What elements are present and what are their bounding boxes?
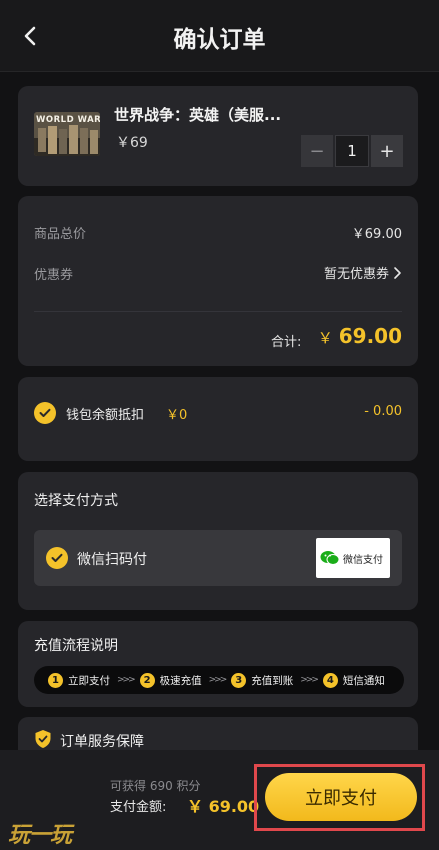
flow-step-number: 4 (322, 672, 338, 688)
flow-section-title: 充值流程说明 (34, 638, 118, 654)
flow-step-number: 1 (48, 672, 63, 688)
flow-step: 3 充值到账 (231, 672, 294, 688)
wechat-pay-text: 微信支付 (343, 554, 383, 566)
flow-step: 2 极速充值 (139, 672, 202, 688)
shield-check-icon (35, 730, 51, 748)
wallet-label: 钱包余额抵扣 (66, 408, 145, 423)
wechat-icon (320, 551, 340, 565)
flow-step-label: 短信通知 (342, 674, 385, 687)
price-summary-card: 商品总价 ￥69.00 优惠券 暂无优惠券 合计: ￥ 69.00 (18, 196, 418, 366)
coupon-selector[interactable]: 暂无优惠券 (324, 263, 402, 282)
check-icon (39, 408, 51, 417)
flow-arrow-icon: >>> (300, 675, 319, 685)
total-value: ￥ 69.00 (318, 324, 402, 348)
payment-checkbox[interactable] (46, 547, 68, 569)
product-card: WORLD WAR 世界战争：英雄（美服... ￥69 − 1 + (18, 86, 418, 186)
pay-amount-label: 支付金额: (110, 800, 167, 815)
coupon-value: 暂无优惠券 (323, 267, 389, 282)
check-icon (51, 553, 63, 562)
service-guarantee-title: 订单服务保障 (60, 734, 144, 750)
coupon-label: 优惠券 (34, 268, 74, 283)
flow-step-label: 立即支付 (68, 674, 110, 687)
pay-now-button[interactable]: 立即支付 (265, 773, 417, 821)
flow-step: 4 短信通知 (322, 672, 385, 688)
pay-amount-value: ￥ 69.00 (187, 797, 260, 816)
product-name: 世界战争：英雄（美服... (114, 106, 282, 124)
payment-section-title: 选择支付方式 (34, 493, 118, 509)
page-title: 确认订单 (173, 27, 266, 53)
flow-step-label: 极速充值 (159, 674, 202, 687)
wallet-card: 钱包余额抵扣 ￥0 - 0.00 (18, 377, 418, 461)
recharge-flow-card: 充值流程说明 1 立即支付 >>> 2 极速充值 >>> 3 充值到账 >>> … (18, 621, 418, 707)
quantity-decrease-button[interactable]: − (301, 135, 333, 167)
flow-step-label: 充值到账 (251, 674, 294, 687)
flow-arrow-icon: >>> (117, 675, 136, 685)
payment-method-card: 选择支付方式 微信扫码付 微信支付 (18, 472, 418, 610)
quantity-value[interactable]: 1 (335, 135, 369, 167)
wallet-deduction: - 0.00 (364, 404, 402, 419)
total-amount: 69.00 (338, 324, 402, 348)
product-price: ￥69 (116, 135, 148, 151)
flow-step-number: 3 (231, 672, 247, 688)
payment-option-label: 微信扫码付 (77, 552, 147, 568)
flow-step-number: 2 (139, 672, 155, 688)
wallet-balance: ￥0 (166, 408, 188, 423)
divider (34, 311, 402, 312)
quantity-stepper: − 1 + (301, 135, 403, 167)
wechat-pay-option[interactable]: 微信扫码付 微信支付 (34, 530, 402, 586)
wechat-pay-badge: 微信支付 (316, 538, 390, 578)
flow-steps: 1 立即支付 >>> 2 极速充值 >>> 3 充值到账 >>> 4 短信通知 (34, 666, 404, 694)
total-label: 合计: (271, 335, 302, 350)
chevron-right-icon (394, 266, 401, 279)
header-bar: 确认订单 (0, 0, 439, 72)
subtotal-value: ￥69.00 (351, 227, 402, 242)
quantity-increase-button[interactable]: + (371, 135, 403, 167)
wallet-checkbox[interactable] (34, 402, 56, 424)
watermark-logo: 玩一玩 (8, 823, 72, 848)
total-currency: ￥ (317, 329, 333, 347)
flow-step: 1 立即支付 (48, 672, 110, 688)
subtotal-label: 商品总价 (34, 227, 87, 242)
product-thumbnail-logo: WORLD WAR (36, 115, 100, 125)
product-thumbnail[interactable]: WORLD WAR (34, 112, 100, 156)
points-earned-text: 可获得 690 积分 (110, 779, 201, 793)
flow-arrow-icon: >>> (208, 675, 228, 685)
